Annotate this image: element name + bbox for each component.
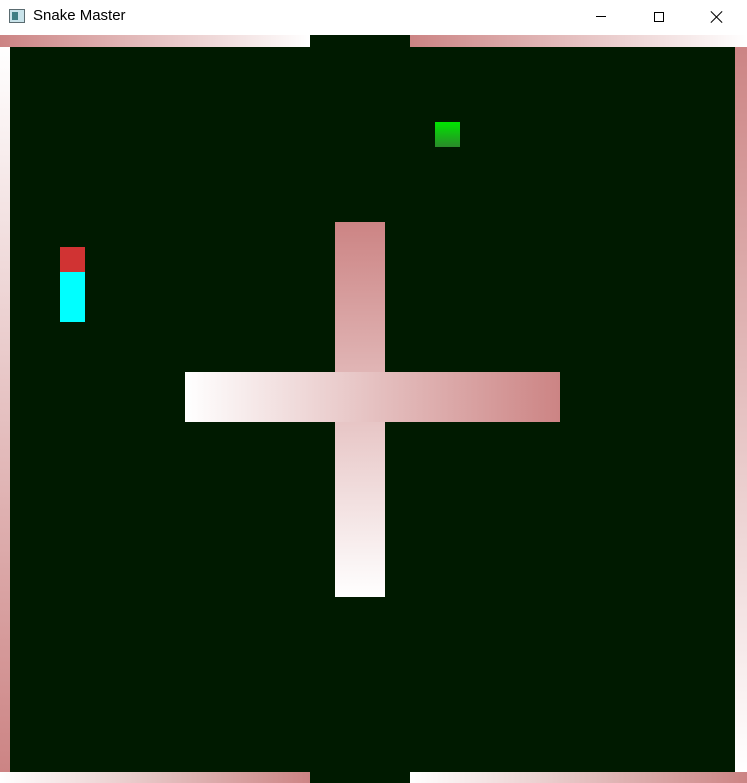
obstacle-cross-horizontal [185,372,560,422]
wall-bottom-left [0,772,310,783]
maximize-icon [654,11,664,22]
wall-left [0,47,10,772]
title-bar[interactable]: Snake Master [0,0,747,35]
snake-head [60,247,85,272]
maximize-button[interactable] [630,0,688,33]
snake-body [60,272,85,322]
close-icon [711,11,723,23]
close-button[interactable] [688,0,746,33]
window-title: Snake Master [33,7,126,24]
wall-bottom-right [410,772,747,783]
wall-top-right [410,35,747,47]
wall-right [735,47,747,772]
food-pellet [435,122,460,147]
app-icon [9,9,25,23]
minimize-icon [596,16,606,17]
minimize-button[interactable] [572,0,630,33]
wall-top-left [0,35,310,47]
app-window: Snake Master [0,0,747,783]
game-board[interactable] [0,35,747,783]
